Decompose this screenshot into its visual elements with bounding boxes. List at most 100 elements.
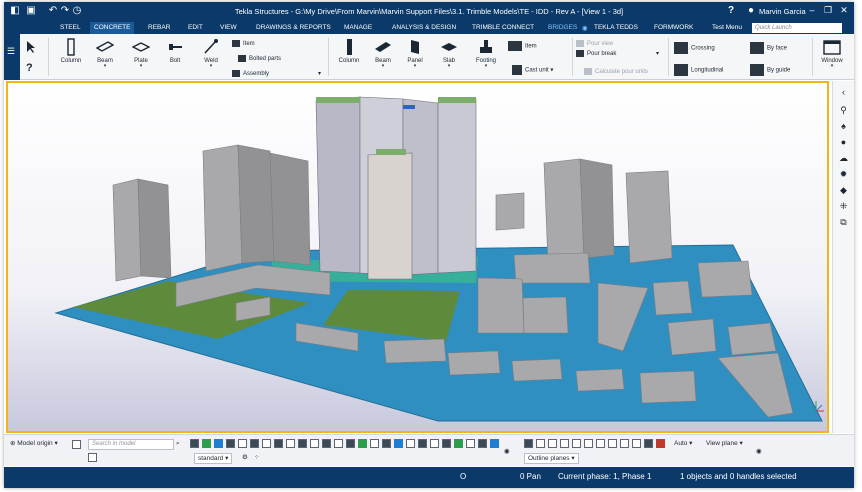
cast-unit-button[interactable]: Cast unit ▾ — [512, 65, 553, 75]
calculate-pour-units-button[interactable]: Calculate pour units — [584, 68, 648, 75]
select-pointer-button[interactable] — [24, 40, 38, 60]
assembly-button[interactable]: Assembly — [232, 70, 269, 77]
longitudinal-button[interactable]: Longitudinal — [674, 64, 723, 76]
outline-planes-select[interactable]: Outline planes ▾ — [524, 453, 579, 464]
snap-override-icon[interactable] — [644, 439, 653, 448]
pour-view-button[interactable]: Pour view — [576, 40, 613, 47]
concrete-column-button[interactable]: Column — [336, 38, 362, 64]
quick-launch-input[interactable]: Quick Launch — [752, 23, 842, 33]
chevron-down-icon[interactable]: ▾ — [656, 50, 659, 57]
globe-icon[interactable]: ● — [838, 137, 849, 148]
snap-extension-icon[interactable] — [632, 439, 641, 448]
snap-geometry-icon[interactable] — [536, 439, 545, 448]
concrete-beam-button[interactable]: Beam ▾ — [370, 38, 396, 69]
cube-icon[interactable]: ◆ — [838, 185, 849, 196]
cloud-icon[interactable]: ☁ — [838, 153, 849, 164]
chevron-down-icon[interactable]: ▾ — [370, 64, 396, 69]
select-rebar-icon[interactable] — [454, 439, 463, 448]
select-filter-icon[interactable] — [466, 439, 475, 448]
select-surfaces-icon[interactable] — [214, 439, 223, 448]
select-reference-icon[interactable] — [370, 439, 379, 448]
user-name[interactable]: Marvin Garcia — [759, 7, 806, 16]
bolt-button[interactable]: Bolt — [162, 38, 188, 64]
snap-perpendicular-icon[interactable] — [584, 439, 593, 448]
select-welds-icon[interactable] — [262, 439, 271, 448]
footing-button[interactable]: Footing ▾ — [472, 38, 500, 69]
select-cuts-icon[interactable] — [274, 439, 283, 448]
snap-free-icon[interactable] — [656, 439, 665, 448]
select-objects-icon[interactable] — [418, 439, 427, 448]
select-groups-icon[interactable] — [430, 439, 439, 448]
by-guide-button[interactable]: By guide — [750, 64, 790, 76]
chevron-down-icon[interactable]: ▾ — [402, 64, 428, 69]
by-face-button[interactable]: By face — [750, 42, 787, 54]
properties-icon[interactable]: ⚲ — [838, 105, 849, 116]
chevron-down-icon[interactable]: ▾ — [198, 64, 224, 69]
snap-intersection-icon[interactable] — [572, 439, 581, 448]
tab-steel[interactable]: STEEL — [60, 24, 81, 31]
select-settings-icon[interactable] — [490, 439, 499, 448]
grid-icon[interactable]: ⁜ — [838, 201, 849, 212]
select-parts-icon[interactable] — [202, 439, 211, 448]
chevron-down-icon[interactable]: ▾ — [128, 64, 154, 69]
pour-break-button[interactable]: Pour break — [576, 50, 616, 57]
search-options-icon[interactable] — [88, 453, 97, 462]
collapse-panel-icon[interactable]: ‹ — [838, 87, 849, 98]
tab-drawings-reports[interactable]: DRAWINGS & REPORTS — [256, 24, 331, 31]
panel-button[interactable]: Panel ▾ — [402, 38, 428, 69]
slab-button[interactable]: Slab ▾ — [436, 38, 462, 69]
snap-triangle-icon[interactable] — [560, 439, 569, 448]
restore-icon[interactable]: ❐ — [821, 5, 835, 16]
filter-options-icon[interactable]: ⁘ — [254, 453, 259, 463]
select-drawings-icon[interactable] — [382, 439, 391, 448]
select-views-icon[interactable] — [286, 439, 295, 448]
model-canvas[interactable] — [8, 83, 827, 431]
select-all-icon[interactable] — [190, 439, 199, 448]
menu-icon[interactable]: ☰ — [7, 46, 15, 57]
tab-bridges[interactable]: BRIDGES — [548, 24, 577, 31]
select-lines-icon[interactable] — [250, 439, 259, 448]
query-button[interactable]: ? — [24, 60, 38, 80]
snap-curve-icon[interactable] — [608, 439, 617, 448]
selection-filter-select[interactable]: standard ▾ — [194, 453, 233, 464]
export-icon[interactable]: ⧉ — [838, 217, 849, 228]
chevron-down-icon[interactable]: ▾ — [816, 64, 848, 69]
model-view-3d[interactable] — [6, 81, 829, 433]
chevron-down-icon[interactable]: ▾ — [436, 64, 462, 69]
plane-select[interactable]: View plane ▾ — [706, 439, 743, 449]
eye-icon[interactable]: ◉ — [582, 24, 588, 32]
select-loads-icon[interactable] — [394, 439, 403, 448]
tab-concrete[interactable]: CONCRETE — [90, 22, 135, 34]
select-components-icon[interactable] — [310, 439, 319, 448]
search-icon[interactable]: ⌕ — [176, 439, 180, 449]
snap-midpoint-icon[interactable] — [596, 439, 605, 448]
select-points-icon[interactable] — [226, 439, 235, 448]
close-icon[interactable]: ✕ — [837, 5, 851, 16]
status-phase[interactable]: Current phase: 1, Phase 1 — [558, 472, 651, 481]
tab-test-menu[interactable]: Test Menu — [712, 24, 742, 31]
lamp-icon[interactable]: ♠ — [838, 121, 849, 132]
crossing-button[interactable]: Crossing — [674, 42, 715, 54]
steel-beam-button[interactable]: Beam ▾ — [92, 38, 118, 69]
tab-manage[interactable]: MANAGE — [344, 24, 372, 31]
search-in-model-input[interactable]: Search in model — [88, 439, 174, 450]
snap-depth-select[interactable]: Auto ▾ — [674, 439, 692, 449]
tab-view[interactable]: VIEW — [220, 24, 237, 31]
tab-trimble-connect[interactable]: TRIMBLE CONNECT — [472, 24, 534, 31]
chevron-down-icon[interactable]: ▾ — [472, 64, 500, 69]
tab-analysis-design[interactable]: ANALYSIS & DESIGN — [392, 24, 456, 31]
snap-reference-icon[interactable] — [524, 439, 533, 448]
origin-settings-icon[interactable] — [72, 440, 81, 449]
concrete-item-button[interactable]: Item — [508, 41, 537, 51]
chevron-down-icon[interactable]: ▾ — [318, 70, 321, 77]
select-markers-icon[interactable] — [442, 439, 451, 448]
eye-icon[interactable]: ◉ — [756, 447, 762, 457]
select-nodes-icon[interactable] — [406, 439, 415, 448]
filter-settings-icon[interactable]: ⚙ — [242, 453, 248, 463]
snap-line-icon[interactable] — [620, 439, 629, 448]
tab-edit[interactable]: EDIT — [188, 24, 203, 31]
model-origin-select[interactable]: ⊕ Model origin ▾ — [10, 439, 58, 449]
steel-column-button[interactable]: Column — [58, 38, 84, 64]
tab-formwork[interactable]: FORMWORK — [654, 24, 693, 31]
chevron-down-icon[interactable]: ▾ — [92, 64, 118, 69]
